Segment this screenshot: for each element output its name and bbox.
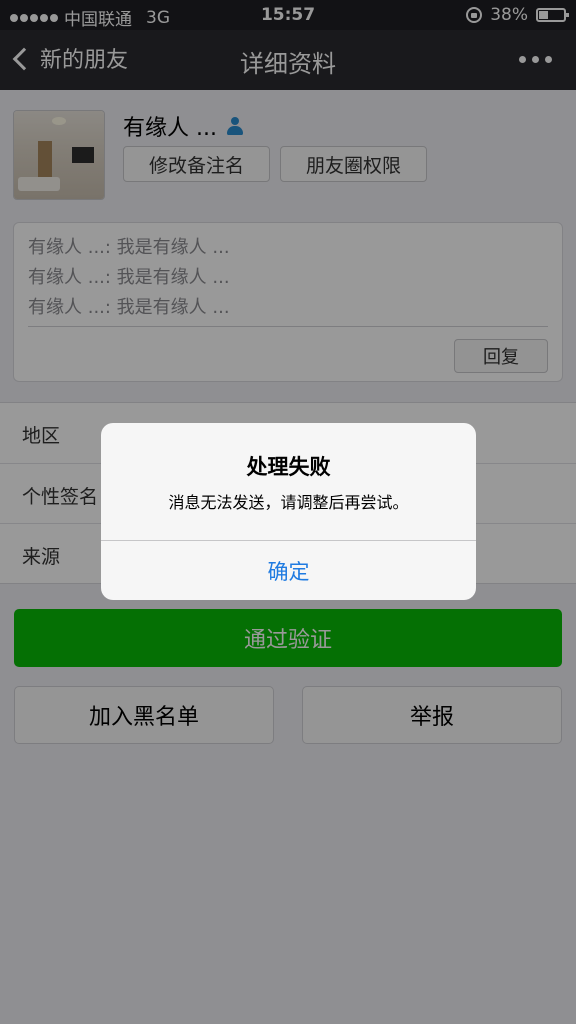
alert-dialog: 处理失败 消息无法发送，请调整后再尝试。 确定 [101,423,476,600]
dialog-title: 处理失败 [246,455,331,479]
dialog-message: 消息无法发送，请调整后再尝试。 [168,493,409,512]
dialog-ok-button[interactable]: 确定 [101,541,476,600]
